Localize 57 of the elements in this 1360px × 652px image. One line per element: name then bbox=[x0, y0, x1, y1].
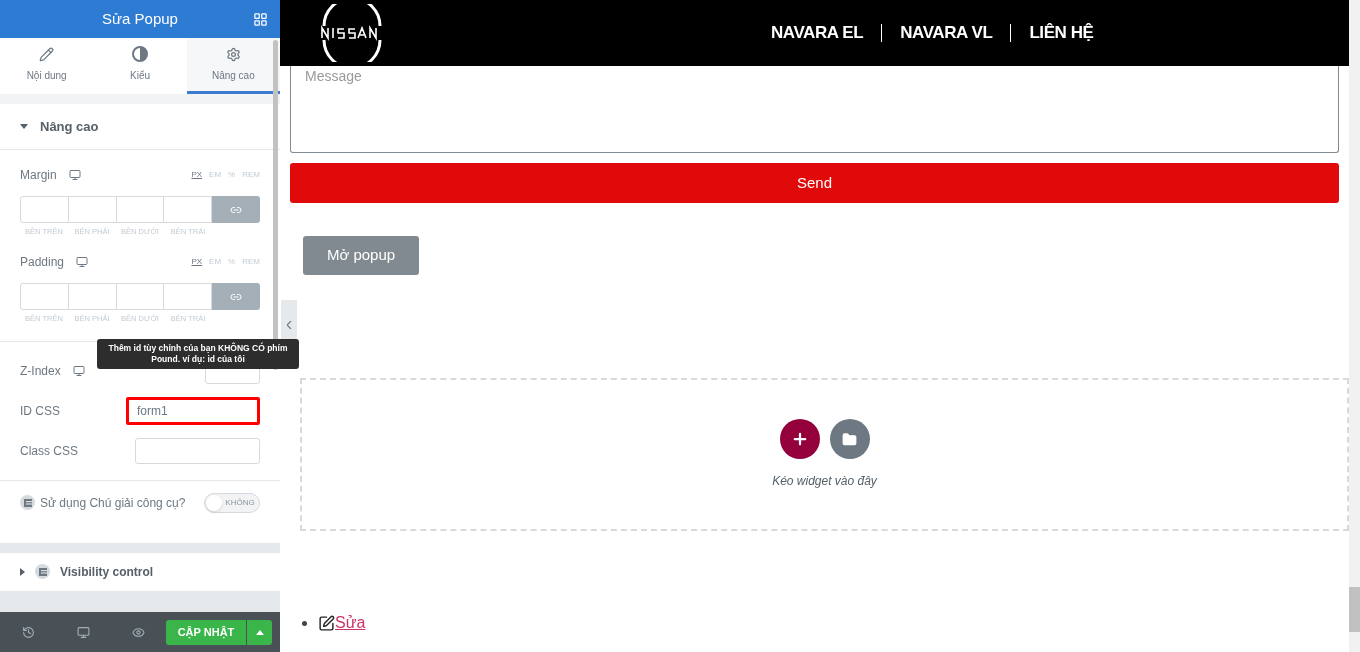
grid-menu-icon[interactable] bbox=[253, 11, 268, 27]
gear-icon bbox=[225, 46, 241, 62]
open-popup-button[interactable]: Mở popup bbox=[303, 236, 419, 275]
class-css-input[interactable] bbox=[135, 437, 260, 464]
pencil-icon bbox=[39, 46, 55, 62]
link-values-button[interactable] bbox=[212, 283, 260, 311]
control-label: ID CSS bbox=[20, 402, 60, 420]
nav-link[interactable]: NAVARA VL bbox=[900, 20, 993, 46]
elementor-icon bbox=[20, 495, 35, 510]
dimension-input[interactable] bbox=[20, 196, 69, 223]
preview-icon[interactable] bbox=[132, 625, 145, 639]
nav-link[interactable]: NAVARA EL bbox=[771, 20, 864, 46]
desktop-icon[interactable] bbox=[68, 169, 81, 181]
edit-icon bbox=[318, 614, 335, 632]
section-header[interactable]: Visibility control bbox=[0, 552, 280, 591]
panel-tab[interactable]: Nâng cao bbox=[186, 38, 280, 94]
nav-link[interactable]: LIÊN HỆ bbox=[1029, 20, 1094, 46]
send-button[interactable]: Send bbox=[290, 163, 1339, 203]
message-field[interactable]: Message bbox=[290, 66, 1339, 153]
panel-tab[interactable]: Nội dung bbox=[0, 38, 94, 94]
dimension-input[interactable] bbox=[20, 283, 69, 311]
control-label: Class CSS bbox=[20, 442, 78, 460]
caret-up-icon bbox=[255, 629, 264, 635]
update-options-button[interactable] bbox=[247, 619, 272, 645]
control-label: Sử dụng Chú giải công cụ? bbox=[40, 494, 186, 512]
history-icon[interactable] bbox=[22, 625, 35, 639]
dimension-input[interactable] bbox=[164, 283, 212, 311]
control-label: Margin bbox=[20, 167, 57, 184]
dimension-input[interactable] bbox=[116, 283, 165, 311]
toggle-switch[interactable]: KHÔNG bbox=[204, 492, 260, 513]
elementor-icon bbox=[35, 564, 50, 579]
dimension-input[interactable] bbox=[116, 196, 165, 223]
control-label: Padding bbox=[20, 254, 65, 272]
dimension-input[interactable] bbox=[68, 283, 117, 311]
template-folder-button[interactable] bbox=[829, 419, 870, 459]
add-widget-button[interactable] bbox=[779, 419, 820, 459]
folder-icon bbox=[842, 431, 857, 447]
dropzone-caption: Kéo widget vào đây bbox=[772, 473, 877, 490]
contrast-icon bbox=[132, 46, 148, 62]
id-css-input[interactable]: form1 bbox=[126, 396, 260, 425]
control-label: Z-Index bbox=[20, 362, 61, 380]
edit-link[interactable]: Sửa bbox=[335, 611, 366, 635]
dimension-input[interactable] bbox=[164, 196, 212, 223]
panel-title: Sửa Popup bbox=[102, 8, 178, 29]
chevron-left-icon bbox=[286, 321, 292, 329]
desktop-icon[interactable] bbox=[77, 625, 90, 639]
tooltip: Thêm id tùy chỉnh của bạn KHÔNG CÓ phím Pound. ví dụ: id của tôi bbox=[97, 338, 299, 369]
update-button[interactable]: CẬP NHẬT bbox=[166, 619, 246, 645]
caret-icon bbox=[20, 124, 28, 129]
dimension-input[interactable] bbox=[68, 196, 117, 223]
desktop-icon[interactable] bbox=[72, 364, 85, 377]
desktop-icon[interactable] bbox=[76, 256, 89, 269]
unit-option[interactable]: PX bbox=[191, 256, 203, 269]
unit-option[interactable]: PX bbox=[191, 169, 203, 181]
page-scrollbar[interactable] bbox=[1349, 0, 1360, 652]
panel-tab[interactable]: Kiểu bbox=[93, 38, 187, 94]
caret-icon bbox=[20, 567, 25, 576]
